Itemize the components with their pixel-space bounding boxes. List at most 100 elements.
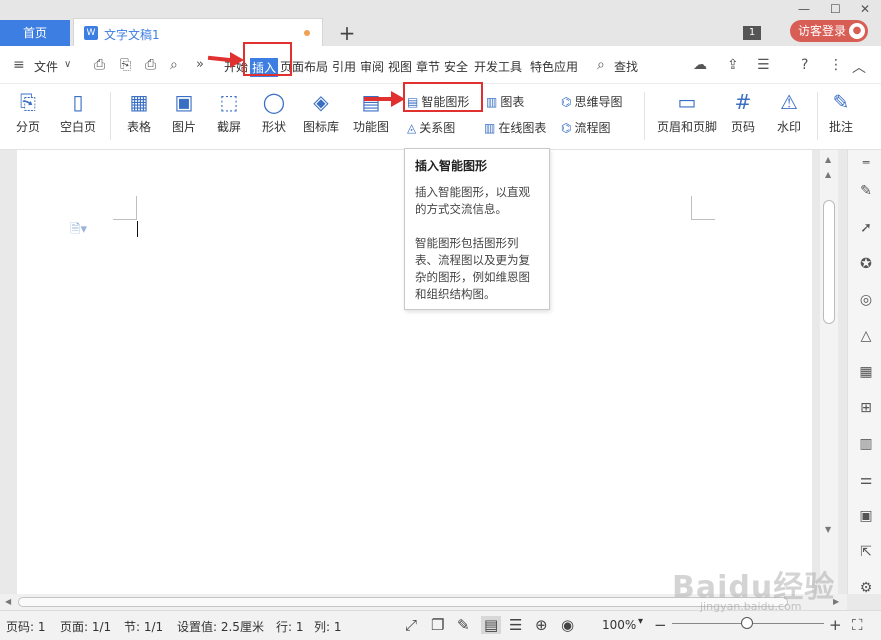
status-page[interactable]: 页码: 1 (6, 618, 46, 635)
shapes-icon[interactable]: ◎ (858, 292, 874, 308)
status-setting-value[interactable]: 设置值: 2.5厘米 (177, 618, 264, 635)
layout-grid-icon[interactable]: ⊞ (858, 400, 874, 416)
collapse-ribbon-icon[interactable]: ︿ (852, 57, 866, 77)
status-column[interactable]: 列: 1 (314, 618, 342, 635)
table-grid-icon[interactable]: ▦ (858, 364, 874, 380)
online-chart-button[interactable]: ▥ 在线图表 (484, 119, 546, 136)
flowchart-button[interactable]: ⌬ 流程图 (561, 119, 611, 136)
search-icon[interactable]: ⌕ (597, 57, 605, 73)
more-quick-icon[interactable]: » (196, 57, 204, 72)
menu-chapter[interactable]: 章节 (416, 58, 440, 75)
scroll-left-icon[interactable]: ◀ (5, 597, 11, 606)
screenshot-button[interactable]: ⬚ 截屏 (211, 90, 247, 135)
fit-page-icon[interactable]: ⛶ (852, 616, 863, 634)
header-footer-button[interactable]: ▭ 页眉和页脚 (656, 90, 718, 135)
menu-references[interactable]: 引用 (332, 58, 356, 75)
outline-view-icon[interactable]: ☰ (509, 616, 522, 634)
table-label: 表格 (126, 120, 151, 134)
status-section[interactable]: 节: 1/1 (124, 618, 163, 635)
minimize-button[interactable]: — (798, 2, 810, 16)
chart-label: 图表 (500, 95, 525, 109)
zoom-out-icon[interactable]: − (654, 616, 667, 634)
sidebar-expand-icon[interactable]: ═ (858, 156, 874, 169)
award-icon[interactable]: ✪ (858, 256, 874, 272)
chart-button[interactable]: ▥ 图表 (486, 93, 524, 110)
tools-icon[interactable]: ⚙ (858, 580, 874, 596)
guest-login-button[interactable]: 访客登录 ● (790, 20, 868, 42)
help-icon[interactable]: ? (801, 57, 808, 73)
table-icon: ▦ (129, 90, 149, 114)
web-view-icon[interactable]: ⊕ (535, 616, 548, 634)
print-preview-icon[interactable]: ⌕ (170, 57, 178, 73)
shape-icon: ◯ (262, 90, 286, 114)
save-icon[interactable]: ⎙ (94, 57, 105, 73)
collaborate-icon[interactable]: ☰ (757, 57, 770, 73)
blank-page-button[interactable]: ▯ 空白页 (55, 90, 101, 135)
image-icon[interactable]: ▣ (858, 508, 874, 524)
mind-map-button[interactable]: ⌬ 思维导图 (561, 93, 623, 110)
chevron-down-icon[interactable]: ∨ (64, 59, 71, 70)
icon-library-label: 图标库 (302, 120, 339, 134)
paragraph-options-icon[interactable]: 🗎▾ (70, 220, 87, 242)
close-button[interactable]: ✕ (860, 2, 870, 16)
screenshot-icon: ⬚ (219, 90, 239, 114)
zoom-in-icon[interactable]: + (829, 616, 842, 634)
page-number-label: 页码 (730, 120, 755, 134)
print-icon[interactable]: ⎙ (145, 57, 156, 73)
icon-library-button[interactable]: ◈ 图标库 (302, 90, 340, 135)
menu-developer[interactable]: 开发工具 (474, 58, 522, 75)
cloud-sync-icon[interactable]: ☁ (693, 57, 707, 73)
document-tab-title: 文字文稿1 (104, 28, 160, 42)
relation-chart-button[interactable]: ◬ 关系图 (407, 119, 455, 136)
divider (644, 92, 645, 140)
hamburger-icon[interactable]: ≡ (13, 57, 25, 73)
menu-file[interactable]: 文件 (34, 58, 58, 75)
maximize-button[interactable]: ☐ (830, 2, 841, 16)
zoom-slider-knob[interactable] (741, 617, 753, 629)
watermark-button[interactable]: ⚠ 水印 (771, 90, 807, 135)
share-icon[interactable]: ⇪ (727, 57, 739, 73)
select-cursor-icon[interactable]: ➚ (858, 220, 874, 236)
page-number-button[interactable]: # 页码 (726, 90, 760, 135)
page-view-icon[interactable]: ▤ (481, 616, 502, 634)
write-mode-icon[interactable]: ✎ (457, 616, 470, 634)
picture-label: 图片 (171, 120, 196, 134)
status-row[interactable]: 行: 1 (276, 618, 304, 635)
picture-button[interactable]: ▣ 图片 (166, 90, 202, 135)
menu-security[interactable]: 安全 (444, 58, 468, 75)
fill-icon[interactable]: △ (858, 328, 874, 344)
tooltip-detail: 智能图形包括图形列表、流程图以及更为复杂的图形，例如维恩图和组织结构图。 (415, 236, 530, 301)
zoom-level[interactable]: 100% (602, 618, 636, 632)
window-count-badge[interactable]: 1 (743, 26, 761, 40)
bar-chart-icon[interactable]: ▥ (858, 436, 874, 452)
menu-featured-apps[interactable]: 特色应用 (530, 58, 578, 75)
page-break-button[interactable]: ⎘ 分页 (10, 90, 46, 135)
search-label[interactable]: 查找 (614, 58, 638, 75)
read-mode-icon[interactable]: ❐ (431, 616, 444, 634)
shape-button[interactable]: ◯ 形状 (256, 90, 292, 135)
status-pages[interactable]: 页面: 1/1 (60, 618, 111, 635)
home-tab[interactable]: 首页 (0, 20, 70, 46)
zoom-dropdown-icon[interactable]: ▾ (638, 616, 643, 627)
vertical-scroll-thumb[interactable] (823, 200, 835, 324)
table-button[interactable]: ▦ 表格 (121, 90, 157, 135)
scroll-up-icon[interactable]: ▲ (825, 155, 831, 164)
comment-button[interactable]: ✎ 批注 (826, 90, 856, 135)
title-bar: 首页 W 文字文稿1 + 1 — ☐ ✕ 访客登录 ● (0, 0, 881, 46)
scroll-down-icon[interactable]: ▼ (825, 525, 831, 534)
fullscreen-icon[interactable]: ⤢ (405, 616, 417, 634)
share-out-icon[interactable]: ⇱ (858, 544, 874, 560)
tooltip-title: 插入智能图形 (415, 159, 488, 173)
style-pen-icon[interactable]: ✎ (858, 183, 874, 199)
eye-protection-icon[interactable]: ◉ (561, 616, 574, 634)
clone-format-icon[interactable]: ⎘ (120, 57, 131, 73)
annotation-arrowhead (230, 52, 244, 68)
menu-view[interactable]: 视图 (388, 58, 412, 75)
menu-review[interactable]: 审阅 (360, 58, 384, 75)
scroll-up-icon[interactable]: ▲ (825, 170, 831, 179)
new-tab-button[interactable]: + (338, 21, 356, 45)
mind-map-icon: ⌬ (561, 95, 572, 109)
icon-library-icon: ◈ (313, 90, 329, 114)
more-menu-icon[interactable]: ⋮ (829, 57, 843, 73)
adjust-sliders-icon[interactable]: ⚌ (858, 472, 874, 488)
